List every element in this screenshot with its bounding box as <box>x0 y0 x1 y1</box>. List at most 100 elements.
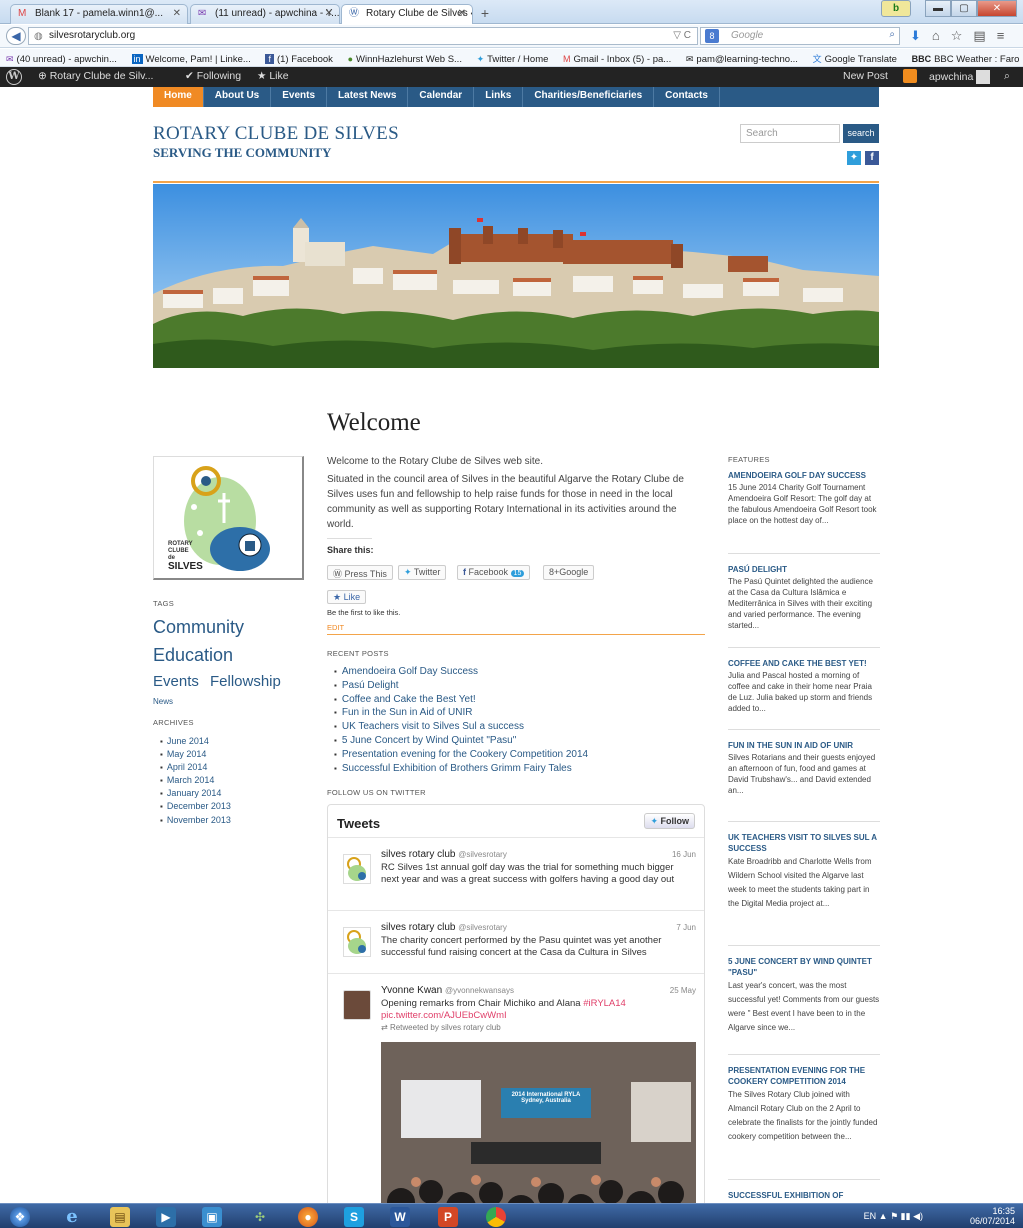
menu-links[interactable]: Links <box>474 87 524 107</box>
share-press-this-button[interactable]: Ⓦ Press This <box>327 565 393 580</box>
photos-icon[interactable]: ▣ <box>202 1207 222 1227</box>
hashtag-link[interactable]: #iRYLA14 <box>583 998 626 1009</box>
feature-item[interactable]: FUN IN THE SUN IN AID OF UNIR Silves Rota… <box>728 740 880 796</box>
tray-arrow-icon[interactable]: ▲ <box>879 1211 890 1221</box>
file-explorer-icon[interactable]: ▤ <box>110 1207 130 1227</box>
search-engine-box[interactable]: 8 Google ⌕ <box>700 27 900 45</box>
archive-link[interactable]: April 2014 <box>160 761 231 774</box>
recent-post-link[interactable]: 5 June Concert by Wind Quintet "Pasu" <box>334 734 588 748</box>
feature-item[interactable]: PRESENTATION EVENING FOR THE COOKERY COM… <box>728 1065 880 1144</box>
facebook-icon[interactable]: f <box>865 151 879 165</box>
wpbar-site[interactable]: ⊕ Rotary Clube de Silv... <box>38 70 153 82</box>
tweet-date[interactable]: 25 May <box>670 986 696 995</box>
feature-item[interactable]: AMENDOEIRA GOLF DAY SUCCESS 15 June 2014 … <box>728 470 880 526</box>
new-post-button[interactable]: New Post <box>843 70 888 82</box>
tweet-photo[interactable]: 2014 International RYLA Sydney, Australi… <box>381 1042 696 1203</box>
menu-contacts[interactable]: Contacts <box>654 87 720 107</box>
bookmark-twitter[interactable]: ✦ Twitter / Home <box>477 54 555 65</box>
download-icon[interactable]: ⬇ <box>910 28 921 44</box>
notifications-icon[interactable] <box>903 69 917 83</box>
archive-link[interactable]: November 2013 <box>160 814 231 827</box>
volume-icon[interactable]: ◀) <box>913 1211 923 1221</box>
bookmark-yahoo-mail[interactable]: ✉ (40 unread) - apwchin... <box>6 54 123 65</box>
bookmark-google-translate[interactable]: 文 Google Translate <box>813 54 903 65</box>
tweet[interactable]: Yvonne Kwan @yvonnekwansays 25 May Openi… <box>328 973 704 1203</box>
tab-rotary-clube[interactable]: Ⓦ Rotary Clube de Silves « Se... ✕ <box>341 4 473 24</box>
feature-item[interactable]: 5 JUNE CONCERT BY WIND QUINTET "PASU" Las… <box>728 956 880 1035</box>
reload-icon[interactable]: ▽ C <box>673 30 691 41</box>
bookmark-linkedin[interactable]: in Welcome, Pam! | Linke... <box>131 54 257 65</box>
tag-fellowship[interactable]: Fellowship <box>210 673 281 690</box>
recent-post-link[interactable]: Successful Exhibition of Brothers Grimm … <box>334 762 588 776</box>
media-player-icon[interactable]: ▶ <box>156 1207 176 1227</box>
menu-home[interactable]: Home <box>153 87 204 107</box>
share-facebook-button[interactable]: f Facebook 15 <box>457 565 531 580</box>
chrome-icon[interactable] <box>486 1207 506 1227</box>
skype-icon[interactable]: S <box>344 1207 364 1227</box>
close-window-button[interactable]: ✕ <box>977 0 1017 17</box>
tweet-photo-link[interactable]: pic.twitter.com/AJUEbCwWmI <box>381 1010 507 1021</box>
tweet-author[interactable]: silves rotary club @silvesrotary <box>381 849 507 860</box>
bookmark-learning-techno[interactable]: ✉ pam@learning-techno... <box>686 54 804 65</box>
tag-education[interactable]: Education <box>153 645 233 666</box>
archive-link[interactable]: May 2014 <box>160 748 231 761</box>
bookmark-gmail[interactable]: M Gmail - Inbox (5) - pa... <box>563 54 677 65</box>
feature-item[interactable]: PASÚ DELIGHT The Pasú Quintet delighted t… <box>728 564 880 631</box>
tweet[interactable]: silves rotary club @silvesrotary 7 Jun T… <box>328 910 704 973</box>
search-icon[interactable]: ⌕ <box>1004 70 1010 83</box>
tag-news[interactable]: News <box>153 697 173 706</box>
tag-events[interactable]: Events <box>153 673 199 690</box>
powerpoint-icon[interactable]: P <box>438 1207 458 1227</box>
language-indicator[interactable]: EN <box>864 1211 877 1221</box>
network-icon[interactable]: ✣ <box>250 1207 270 1227</box>
recent-post-link[interactable]: Fun in the Sun in Aid of UNIR <box>334 706 588 720</box>
recent-post-link[interactable]: Pasú Delight <box>334 679 588 693</box>
recent-post-link[interactable]: Amendoeira Golf Day Success <box>334 665 588 679</box>
flag-icon[interactable]: ⚑ <box>890 1211 901 1221</box>
wpbar-user[interactable]: apwchina <box>929 70 991 84</box>
tweet-date[interactable]: 7 Jun <box>676 923 696 932</box>
archive-link[interactable]: March 2014 <box>160 774 231 787</box>
star-icon[interactable]: ☆ <box>951 28 963 44</box>
tweet-date[interactable]: 16 Jun <box>672 850 696 859</box>
address-bar[interactable]: ◍ silvesrotaryclub.org ▽ C <box>28 27 698 45</box>
archive-link[interactable]: June 2014 <box>160 735 231 748</box>
recent-post-link[interactable]: UK Teachers visit to Silves Sul a succes… <box>334 720 588 734</box>
recent-post-link[interactable]: Coffee and Cake the Best Yet! <box>334 693 588 707</box>
tab-yahoo-mail[interactable]: ✉ (11 unread) - apwchina - Y... ✕ <box>190 4 340 24</box>
wpbar-like[interactable]: ★ Like <box>257 70 289 82</box>
menu-icon[interactable]: ≡ <box>997 28 1005 44</box>
close-icon[interactable]: ✕ <box>325 8 333 19</box>
extension-icon[interactable]: b <box>881 0 911 17</box>
feature-item[interactable]: COFFEE AND CAKE THE BEST YET! Julia and P… <box>728 658 880 714</box>
site-title[interactable]: ROTARY CLUBE DE SILVES <box>153 123 399 145</box>
internet-explorer-icon[interactable]: e <box>62 1207 82 1227</box>
wordpress-icon[interactable]: W <box>6 69 22 85</box>
share-twitter-button[interactable]: ✦ Twitter <box>398 565 447 580</box>
site-search-input[interactable]: Search <box>740 124 840 143</box>
close-icon[interactable]: ✕ <box>173 8 181 19</box>
tag-community[interactable]: Community <box>153 617 244 638</box>
network-signal-icon[interactable]: ▮▮ <box>901 1211 913 1221</box>
archive-link[interactable]: January 2014 <box>160 787 231 800</box>
tweet[interactable]: silves rotary club @silvesrotary 16 Jun … <box>328 837 704 910</box>
menu-latest-news[interactable]: Latest News <box>327 87 409 107</box>
archive-link[interactable]: December 2013 <box>160 800 231 813</box>
bookmark-facebook[interactable]: f (1) Facebook <box>265 54 339 65</box>
feature-item[interactable]: SUCCESSFUL EXHIBITION OF <box>728 1190 880 1202</box>
recent-post-link[interactable]: Presentation evening for the Cookery Com… <box>334 748 588 762</box>
menu-events[interactable]: Events <box>271 87 328 107</box>
word-icon[interactable]: W <box>390 1207 410 1227</box>
wpbar-following[interactable]: ✔ Following <box>185 70 241 82</box>
menu-calendar[interactable]: Calendar <box>408 87 475 107</box>
firefox-icon[interactable]: ● <box>298 1207 318 1227</box>
close-icon[interactable]: ✕ <box>458 8 466 19</box>
bookmarks-icon[interactable]: ▤ <box>973 28 985 44</box>
home-icon[interactable]: ⌂ <box>932 28 940 44</box>
tweet-author[interactable]: silves rotary club @silvesrotary <box>381 922 507 933</box>
bookmark-bbc-weather[interactable]: BBC BBC Weather : Faro <box>912 54 1023 65</box>
tab-gmail[interactable]: M Blank 17 - pamela.winn1@... ✕ <box>10 4 188 24</box>
minimize-button[interactable]: ▬ <box>925 0 951 17</box>
back-button[interactable]: ◀ <box>6 27 26 45</box>
maximize-button[interactable]: ▢ <box>951 0 977 17</box>
